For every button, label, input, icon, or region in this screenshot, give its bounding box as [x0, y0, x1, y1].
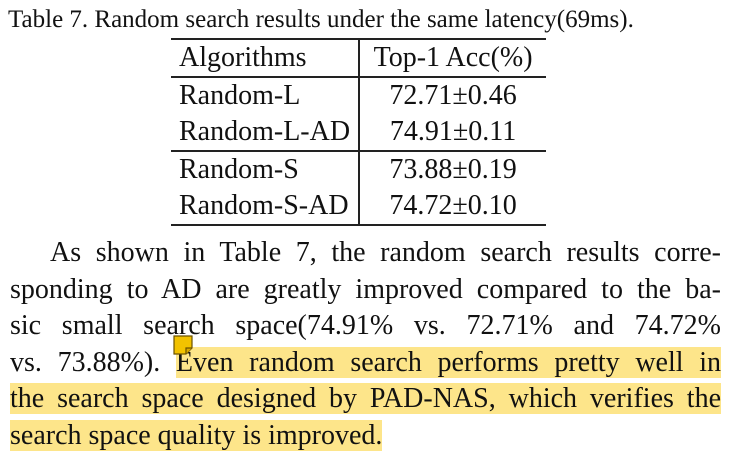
results-table: Algorithms Top-1 Acc(%) Random-L 72.71±0…: [171, 38, 547, 226]
table-row: Random-L-AD 74.91±0.11: [171, 114, 547, 151]
paragraph-line: sic small search space(74.91% vs. 72.71%…: [10, 310, 721, 341]
header-top1-acc: Top-1 Acc(%): [373, 42, 533, 73]
paragraph-line: sponding to AD are greatly improved comp…: [10, 273, 721, 305]
table-row: Random-L 72.71±0.46: [171, 77, 546, 114]
cell-algorithm: Random-L: [171, 77, 361, 114]
highlighted-text[interactable]: search space quality is improved.: [10, 419, 383, 451]
cell-accuracy: 72.71±0.46: [389, 80, 517, 111]
cell-algorithm: Random-S: [171, 151, 361, 188]
cell-accuracy: 73.88±0.19: [389, 154, 517, 185]
table-caption: Table 7. Random search results under the…: [8, 6, 634, 33]
table-header-row: Algorithms Top-1 Acc(%): [171, 39, 547, 77]
header-algorithms: Algorithms: [171, 39, 361, 77]
body-paragraph: As shown in Table 7, the random search r…: [10, 235, 721, 454]
cell-algorithm: Random-L-AD: [171, 114, 361, 151]
paragraph-line: the search space designed by PAD-NAS, wh…: [10, 381, 721, 418]
paragraph-line: search space quality is improved.: [10, 418, 721, 455]
paragraph-line: vs. 73.88%). Even random search performs…: [10, 345, 721, 382]
paragraph-line: As shown in Table 7, the random search r…: [50, 237, 721, 268]
highlighted-text[interactable]: Even random search performs pretty well …: [175, 346, 721, 378]
cell-algorithm: Random-S-AD: [171, 188, 361, 225]
cell-accuracy: 74.91±0.11: [389, 116, 517, 147]
plain-text: vs. 73.88%).: [10, 346, 176, 378]
cell-accuracy: 74.72±0.10: [389, 190, 517, 221]
sticky-note-icon[interactable]: [173, 335, 193, 355]
highlighted-text[interactable]: the search space designed by PAD-NAS, wh…: [10, 383, 721, 414]
table-row: Random-S-AD 74.72±0.10: [171, 188, 547, 225]
table-row: Random-S 73.88±0.19: [171, 151, 546, 188]
